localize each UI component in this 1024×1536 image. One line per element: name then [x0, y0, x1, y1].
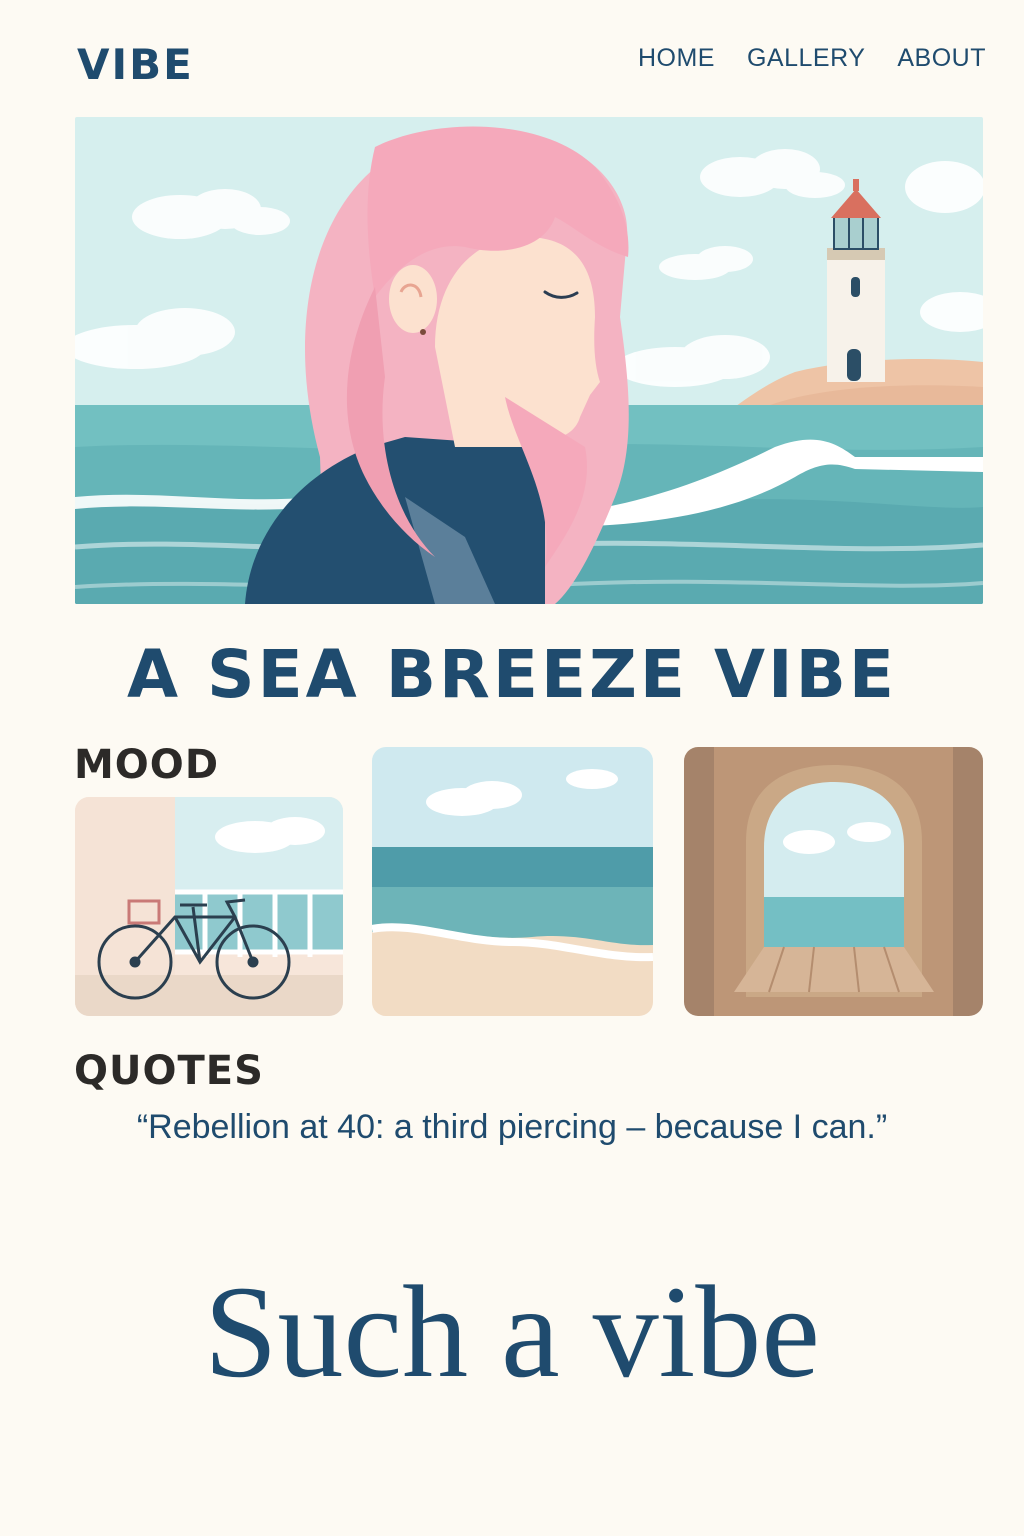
- nav-home-link[interactable]: HOME: [638, 44, 715, 73]
- mood-tile-beach[interactable]: [372, 747, 653, 1016]
- mood-heading: MOOD: [74, 742, 220, 788]
- quote-text: “Rebellion at 40: a third piercing – bec…: [136, 1108, 888, 1146]
- quotes-heading: QUOTES: [74, 1048, 264, 1094]
- nav-gallery-link[interactable]: GALLERY: [747, 44, 865, 73]
- site-logo[interactable]: VIBE: [77, 40, 194, 89]
- tagline: Such a vibe: [204, 1258, 820, 1405]
- nav-about-link[interactable]: ABOUT: [897, 44, 986, 73]
- mood-tile-bicycle[interactable]: [75, 797, 343, 1016]
- main-nav: HOME GALLERY ABOUT: [638, 44, 986, 73]
- hero-image: [75, 117, 983, 604]
- mood-tile-archway[interactable]: [684, 747, 983, 1016]
- page-title: A SEA BREEZE VIBE: [127, 636, 897, 713]
